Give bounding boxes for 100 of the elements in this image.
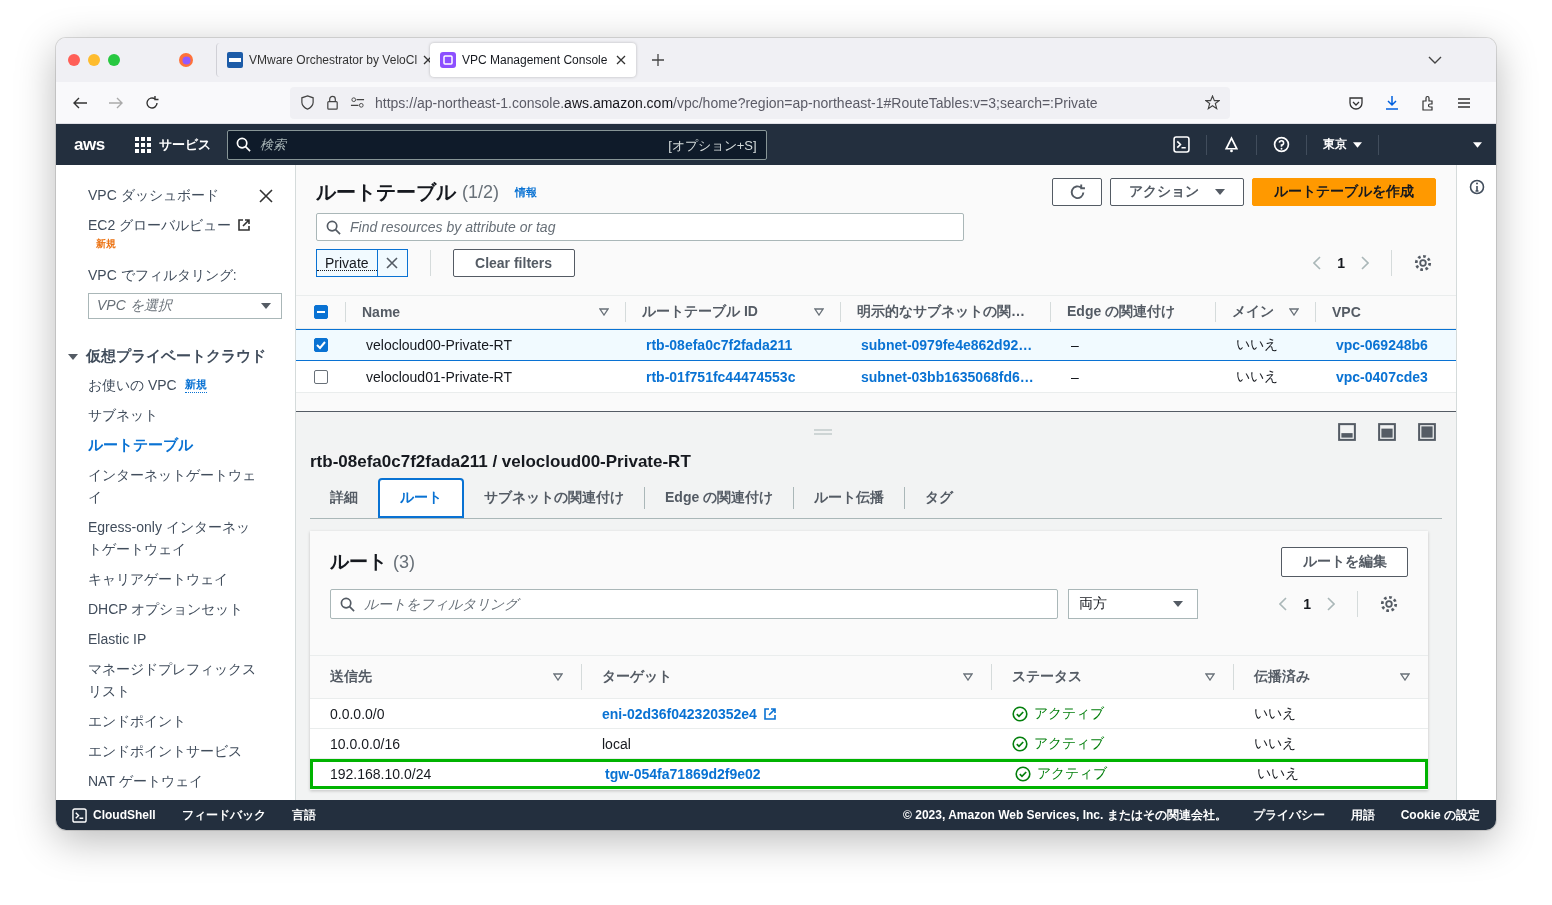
sidebar-link[interactable]: VPC ダッシュボード <box>88 185 219 205</box>
sort-icon[interactable] <box>1205 673 1215 681</box>
status-text: アクティブ <box>1037 765 1107 783</box>
address-bar[interactable]: https://ap-northeast-1.console.aws.amazon.com/vpc/home?region=ap-northeast-1#RouteTables:v=3;search=:Private <box>290 86 1230 119</box>
tab-list-chevron-icon[interactable] <box>1428 56 1442 64</box>
create-route-table-button[interactable]: ルートテーブルを作成 <box>1252 178 1436 206</box>
select-all-checkbox[interactable] <box>313 305 328 319</box>
route-table-id-link[interactable]: rtb-01f751fc44474553c <box>646 368 796 385</box>
permissions-icon[interactable] <box>350 95 365 110</box>
subnet-link[interactable]: subnet-03bb1635068fd6… <box>861 368 1034 385</box>
region-selector[interactable]: 東京 <box>1323 136 1362 153</box>
sidebar-link[interactable]: お使いの VPC <box>88 374 177 396</box>
refresh-button[interactable] <box>1052 178 1102 206</box>
sidebar-link[interactable]: インターネットゲートウェイ <box>88 464 260 508</box>
vpc-link[interactable]: vpc-0407cde3 <box>1336 368 1428 385</box>
download-icon[interactable] <box>1384 94 1400 111</box>
column-header[interactable]: Name <box>346 302 626 322</box>
column-header[interactable]: 伝播済み <box>1234 664 1428 690</box>
lock-icon[interactable] <box>325 95 340 110</box>
search-field[interactable]: Find resources by attribute or tag <box>316 213 964 241</box>
sidebar-link[interactable]: キャリアゲートウェイ <box>88 568 228 590</box>
row-checkbox[interactable] <box>314 338 328 352</box>
table-row[interactable]: velocloud01-Private-RT rtb-01f751fc44474553c subnet-03bb1635068fd6… – いいえ vpc-0407cde3 <box>296 361 1456 393</box>
close-tab-icon[interactable] <box>616 55 626 65</box>
column-header[interactable]: 明示的なサブネットの関… <box>841 302 1051 322</box>
sort-icon[interactable] <box>963 673 973 681</box>
split-bottom-icon[interactable] <box>1338 423 1356 441</box>
route-filter-field[interactable]: ルートをフィルタリング <box>330 589 1058 619</box>
info-link[interactable]: 情報 <box>515 184 537 200</box>
account-caret-icon[interactable] <box>1473 141 1482 148</box>
tab[interactable]: ルート <box>378 478 464 518</box>
sort-icon[interactable] <box>814 308 824 316</box>
pocket-icon[interactable] <box>1348 94 1364 111</box>
tab[interactable]: 詳細 <box>310 478 378 518</box>
close-icon[interactable] <box>259 189 273 203</box>
cloudshell-link[interactable]: CloudShell <box>72 807 156 823</box>
section-header[interactable]: 仮想プライベートクラウド <box>68 347 266 366</box>
table-row[interactable]: velocloud00-Private-RT rtb-08efa0c7f2fada211 subnet-0979fe4e862d92… – いいえ vpc-069248b6 <box>296 329 1456 361</box>
sidebar-link[interactable]: Elastic IP <box>88 628 147 650</box>
sidebar-link[interactable]: NAT ゲートウェイ <box>88 770 203 792</box>
page-number[interactable]: 1 <box>1303 596 1311 612</box>
footer-link[interactable]: プライバシー <box>1252 806 1325 824</box>
subnet-link[interactable]: subnet-0979fe4e862d92… <box>861 337 1033 353</box>
direction-select[interactable]: 両方 <box>1068 589 1198 619</box>
feedback-link[interactable]: フィードバック <box>181 806 266 824</box>
column-header[interactable]: ターゲット <box>582 664 992 690</box>
sort-icon[interactable] <box>1289 308 1299 316</box>
sidebar-link[interactable]: マネージドプレフィックスリスト <box>88 658 260 702</box>
services-menu[interactable]: サービス <box>134 135 211 154</box>
tab[interactable]: ルート伝播 <box>794 478 905 518</box>
drag-handle-icon[interactable] <box>814 429 832 435</box>
sort-icon[interactable] <box>1400 673 1410 681</box>
edit-routes-button[interactable]: ルートを編集 <box>1281 547 1408 577</box>
tab[interactable]: Edge の関連付け <box>645 478 794 518</box>
shield-icon[interactable] <box>300 95 315 110</box>
tab[interactable]: タグ <box>905 478 974 518</box>
clear-filters-button[interactable]: Clear filters <box>452 249 575 277</box>
tab[interactable]: サブネットの関連付け <box>464 478 644 518</box>
footer-link[interactable]: 用語 <box>1350 806 1375 824</box>
sidebar-link[interactable]: DHCP オプションセット <box>88 598 244 620</box>
bookmark-star-icon[interactable] <box>1205 95 1220 110</box>
settings-icon[interactable] <box>1414 254 1432 272</box>
settings-icon[interactable] <box>1380 595 1398 613</box>
new-tab-icon[interactable] <box>652 54 664 66</box>
vpc-select[interactable]: VPC を選択 <box>88 293 282 319</box>
sort-icon[interactable] <box>599 308 609 316</box>
column-header[interactable]: ルートテーブル ID <box>626 302 841 322</box>
column-header[interactable]: VPC <box>1316 302 1456 322</box>
page-number[interactable]: 1 <box>1337 255 1345 271</box>
info-icon[interactable] <box>1468 179 1485 195</box>
reload-icon[interactable] <box>144 94 160 111</box>
help-icon[interactable] <box>1273 136 1290 153</box>
row-checkbox[interactable] <box>314 369 328 384</box>
language-link[interactable]: 言語 <box>291 806 316 824</box>
column-header[interactable]: Edge の関連付け <box>1051 302 1216 322</box>
sidebar-link[interactable]: サブネット <box>88 404 158 426</box>
target-link[interactable]: tgw-054fa71869d2f9e02 <box>605 766 761 782</box>
sidebar-link[interactable]: エンドポイント <box>88 710 186 732</box>
new-label[interactable]: 新規 <box>184 377 207 393</box>
extensions-icon[interactable] <box>1420 94 1436 111</box>
route-table-id-link[interactable]: rtb-08efa0c7f2fada211 <box>646 337 793 353</box>
browser-tab[interactable]: VPC Management Console <box>430 43 636 77</box>
close-window-icon[interactable] <box>68 54 80 66</box>
sort-icon[interactable] <box>553 673 563 681</box>
column-header[interactable]: ステータス <box>992 664 1234 690</box>
sidebar-link[interactable]: Egress-only インターネットゲートウェイ <box>88 516 260 560</box>
target-link[interactable]: eni-02d36f042320352e4 <box>602 705 777 722</box>
split-side-icon[interactable] <box>1378 423 1396 441</box>
footer-link[interactable]: Cookie の設定 <box>1400 806 1480 824</box>
bell-icon[interactable] <box>1223 136 1240 153</box>
sidebar-link[interactable]: EC2 グローバルビュー <box>88 215 252 235</box>
column-header[interactable]: メイン <box>1216 302 1316 322</box>
cloudshell-icon[interactable] <box>1173 136 1190 153</box>
sidebar-link[interactable]: ルートテーブル <box>88 434 193 456</box>
sidebar-link[interactable]: エンドポイントサービス <box>88 740 242 762</box>
full-panel-icon[interactable] <box>1418 423 1436 441</box>
actions-dropdown[interactable]: アクション <box>1110 178 1244 206</box>
vpc-link[interactable]: vpc-069248b6 <box>1336 337 1428 353</box>
aws-logo[interactable]: aws <box>74 134 105 155</box>
column-header[interactable]: 送信先 <box>310 664 582 690</box>
